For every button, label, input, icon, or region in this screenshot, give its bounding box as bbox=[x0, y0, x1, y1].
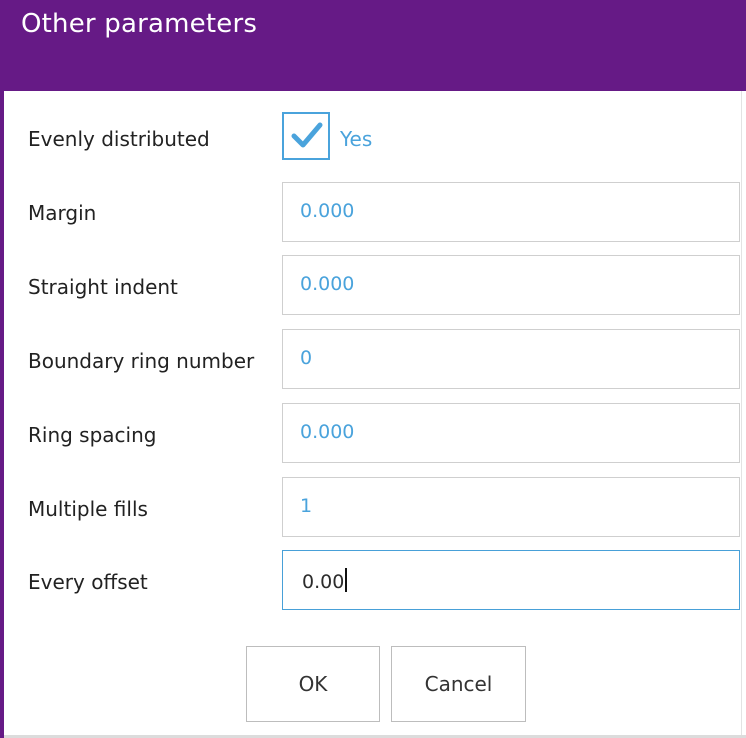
ring-spacing-input[interactable]: 0.000 bbox=[282, 403, 740, 463]
straight-indent-label: Straight indent bbox=[28, 275, 178, 299]
multiple-fills-input[interactable]: 1 bbox=[282, 477, 740, 537]
margin-input[interactable]: 0.000 bbox=[282, 182, 740, 242]
straight-indent-value: 0.000 bbox=[300, 273, 355, 295]
straight-indent-input[interactable]: 0.000 bbox=[282, 255, 740, 315]
multiple-fills-value: 1 bbox=[300, 495, 313, 517]
evenly-distributed-checkbox[interactable] bbox=[282, 112, 330, 160]
evenly-distributed-label: Evenly distributed bbox=[28, 127, 210, 151]
boundary-ring-number-input[interactable]: 0 bbox=[282, 329, 740, 389]
ring-spacing-value: 0.000 bbox=[300, 421, 355, 443]
boundary-ring-number-label: Boundary ring number bbox=[28, 349, 255, 373]
boundary-ring-number-value: 0 bbox=[300, 347, 313, 369]
margin-label: Margin bbox=[28, 201, 97, 225]
dialog-right-border bbox=[741, 91, 742, 738]
text-caret bbox=[345, 568, 348, 592]
dialog-title: Other parameters bbox=[21, 9, 258, 39]
every-offset-input[interactable]: 0.00 bbox=[282, 550, 740, 610]
check-icon bbox=[291, 122, 323, 148]
every-offset-value-wrap: 0.00 bbox=[302, 568, 348, 593]
every-offset-value: 0.00 bbox=[302, 571, 345, 593]
ring-spacing-label: Ring spacing bbox=[28, 423, 157, 447]
margin-value: 0.000 bbox=[300, 200, 355, 222]
evenly-distributed-yes-text: Yes bbox=[340, 127, 373, 151]
ok-button[interactable]: OK bbox=[246, 646, 380, 722]
every-offset-label: Every offset bbox=[28, 570, 148, 594]
cancel-button[interactable]: Cancel bbox=[391, 646, 526, 722]
other-parameters-dialog: Other parameters Evenly distributed Yes … bbox=[0, 0, 746, 738]
title-bar: Other parameters bbox=[4, 0, 746, 91]
multiple-fills-label: Multiple fills bbox=[28, 497, 148, 521]
